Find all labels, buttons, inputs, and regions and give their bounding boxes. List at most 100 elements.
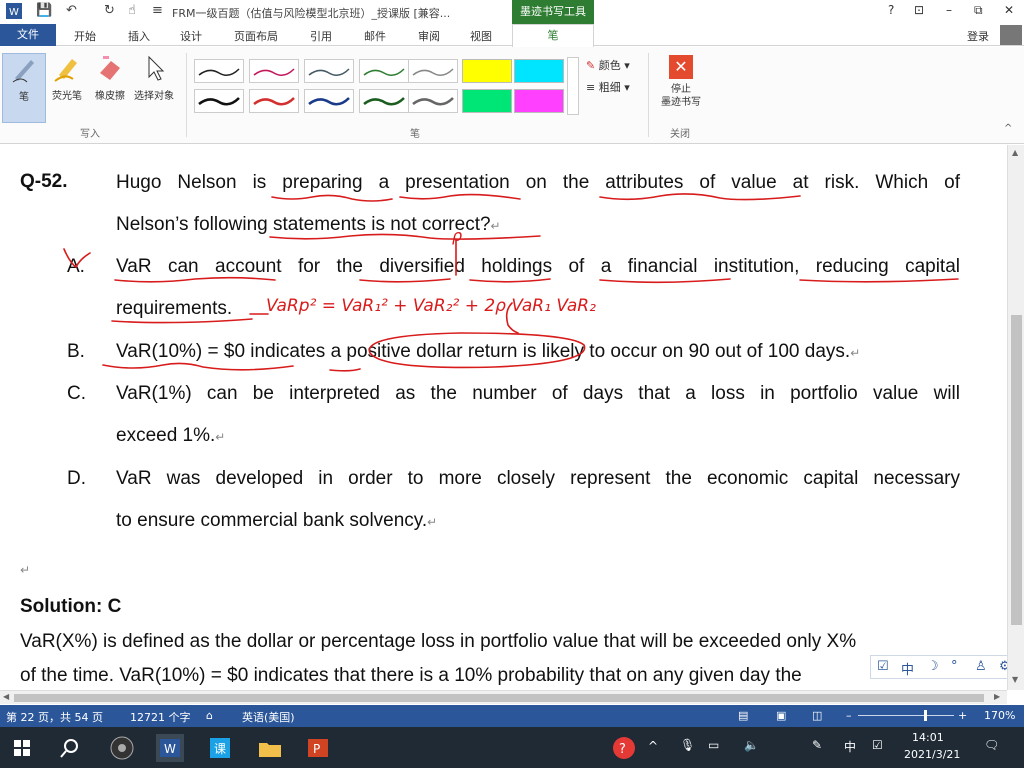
page-count[interactable]: 第 22 页，共 54 页	[6, 709, 103, 725]
pen-tool-button[interactable]: 笔	[2, 53, 46, 123]
proofing-icon[interactable]: ⌂	[206, 709, 213, 722]
web-layout-icon[interactable]: ◫	[812, 709, 822, 722]
avatar[interactable]	[1000, 25, 1022, 45]
tab-file[interactable]: 文件	[0, 24, 56, 46]
wechat-work-icon[interactable]: 课	[206, 734, 234, 762]
word-taskbar-icon[interactable]: W	[156, 734, 184, 762]
tab-design[interactable]: 设计	[180, 28, 202, 44]
floating-toolbar: ☑ 中 ☽ ° ♙ ⚙	[870, 655, 1020, 679]
touch-mode-icon[interactable]: ☝	[128, 3, 136, 18]
login-link[interactable]: 登录	[967, 28, 989, 44]
stop-inking-button[interactable]: ✕ 停止 墨迹书写	[656, 53, 706, 109]
scroll-up-arrow-icon[interactable]: ▲	[1012, 148, 1018, 157]
svg-text:?: ?	[619, 742, 626, 757]
question-text-line2: Nelson’s following statements is not cor…	[116, 214, 501, 235]
restore-button[interactable]: ⧉	[974, 3, 983, 18]
document-page[interactable]: Q-52. Hugo Nelson is preparing a present…	[0, 145, 1007, 690]
pen-style-3[interactable]	[304, 59, 354, 83]
minimize-button[interactable]: –	[946, 3, 952, 17]
punctuation-icon[interactable]: °	[951, 659, 958, 674]
read-mode-icon[interactable]: ▤	[738, 709, 748, 722]
security-icon[interactable]: ☑	[872, 738, 883, 752]
network-icon[interactable]: ▭	[708, 738, 719, 752]
pen-style-5[interactable]	[408, 59, 458, 83]
zoom-level[interactable]: 170%	[984, 709, 1015, 722]
checkbox-icon[interactable]: ☑	[877, 659, 889, 674]
help-button[interactable]: ?	[888, 3, 894, 17]
select-objects-button[interactable]: 选择对象	[132, 53, 176, 102]
obs-studio-icon[interactable]	[108, 734, 136, 762]
ribbon-display-options-button[interactable]: ⊡	[914, 3, 924, 17]
highlighter-tool-button[interactable]: 荧光笔	[45, 53, 89, 102]
tab-insert[interactable]: 插入	[128, 28, 150, 44]
close-ink-icon: ✕	[669, 55, 693, 79]
pen-style-4[interactable]	[359, 59, 409, 83]
pen-style-7[interactable]	[249, 89, 299, 113]
option-a-label: A.	[67, 256, 85, 277]
undo-icon[interactable]: ↶	[66, 3, 77, 18]
zoom-slider-thumb[interactable]	[924, 710, 928, 721]
pen-style-10[interactable]	[408, 89, 458, 113]
language-indicator[interactable]: 英语(美国)	[242, 709, 295, 725]
pen-workspace-icon[interactable]: ✎	[812, 738, 822, 752]
eraser-icon	[100, 56, 120, 80]
print-layout-icon[interactable]: ▣	[776, 709, 786, 722]
clock-date[interactable]: 2021/3/21	[904, 748, 960, 761]
help-tray-icon[interactable]: ?	[610, 734, 638, 762]
tab-layout[interactable]: 页面布局	[234, 28, 278, 44]
save-icon[interactable]: 💾	[36, 3, 52, 18]
thickness-dropdown[interactable]: ≡ 粗细 ▾	[586, 79, 630, 95]
close-button[interactable]: ✕	[1004, 3, 1014, 17]
tab-home[interactable]: 开始	[74, 28, 96, 44]
ribbon-divider	[186, 53, 187, 137]
pen-style-6[interactable]	[194, 89, 244, 113]
notification-center-icon[interactable]: 🗨	[984, 738, 999, 752]
scroll-right-arrow-icon[interactable]: ▶	[994, 692, 1000, 701]
clock-time[interactable]: 14:01	[912, 731, 944, 744]
horizontal-scrollbar[interactable]: ◀ ▶	[0, 690, 1007, 704]
ime-indicator[interactable]: 中	[844, 738, 856, 755]
powerpoint-icon[interactable]: P	[304, 734, 332, 762]
pen-style-9[interactable]	[359, 89, 409, 113]
highlighter-magenta[interactable]	[514, 89, 564, 113]
tab-pen[interactable]: 笔	[512, 24, 594, 47]
redo-icon[interactable]: ↻	[104, 3, 115, 18]
tab-references[interactable]: 引用	[310, 28, 332, 44]
pen-style-1[interactable]	[194, 59, 244, 83]
search-icon[interactable]	[56, 734, 84, 762]
windows-start-icon[interactable]	[8, 734, 36, 762]
moon-icon[interactable]: ☽	[927, 659, 939, 674]
customize-qat-icon[interactable]: ≡	[152, 3, 163, 18]
user-icon[interactable]: ♙	[975, 659, 987, 674]
pen-style-2[interactable]	[249, 59, 299, 83]
word-app-icon[interactable]: W	[6, 3, 22, 23]
highlighter-yellow[interactable]	[462, 59, 512, 83]
close-group-label: 关闭	[670, 129, 690, 140]
tab-view[interactable]: 视图	[470, 28, 492, 44]
zoom-slider-track[interactable]	[858, 715, 954, 716]
vertical-scroll-thumb[interactable]	[1011, 315, 1022, 625]
scroll-left-arrow-icon[interactable]: ◀	[3, 692, 9, 701]
collapse-ribbon-icon[interactable]: ^	[1004, 123, 1012, 134]
word-count[interactable]: 12721 个字	[130, 709, 191, 725]
tab-review[interactable]: 审阅	[418, 28, 440, 44]
line-weight-icon: ≡	[586, 81, 596, 94]
status-bar: 第 22 页，共 54 页 12721 个字 ⌂ 英语(美国) ▤ ▣ ◫ – …	[0, 705, 1024, 727]
file-explorer-icon[interactable]	[256, 734, 284, 762]
ime-chinese-icon[interactable]: 中	[901, 659, 914, 678]
microphone-icon[interactable]: 🎙	[680, 738, 695, 752]
highlighter-green[interactable]	[462, 89, 512, 113]
pen-gallery-scroll[interactable]	[567, 57, 579, 115]
zoom-out-button[interactable]: –	[846, 709, 852, 722]
speaker-icon[interactable]: 🔈	[744, 738, 759, 752]
vertical-scrollbar[interactable]: ▲ ▼	[1007, 145, 1024, 690]
show-hidden-icons-icon[interactable]: ^	[648, 739, 658, 753]
horizontal-scroll-thumb[interactable]	[14, 694, 984, 702]
zoom-in-button[interactable]: +	[958, 709, 967, 722]
scroll-down-arrow-icon[interactable]: ▼	[1012, 675, 1018, 684]
color-dropdown[interactable]: ✎ 颜色 ▾	[586, 57, 630, 73]
pen-style-8[interactable]	[304, 89, 354, 113]
eraser-tool-button[interactable]: 橡皮擦	[88, 53, 132, 102]
highlighter-cyan[interactable]	[514, 59, 564, 83]
tab-mailings[interactable]: 邮件	[364, 28, 386, 44]
